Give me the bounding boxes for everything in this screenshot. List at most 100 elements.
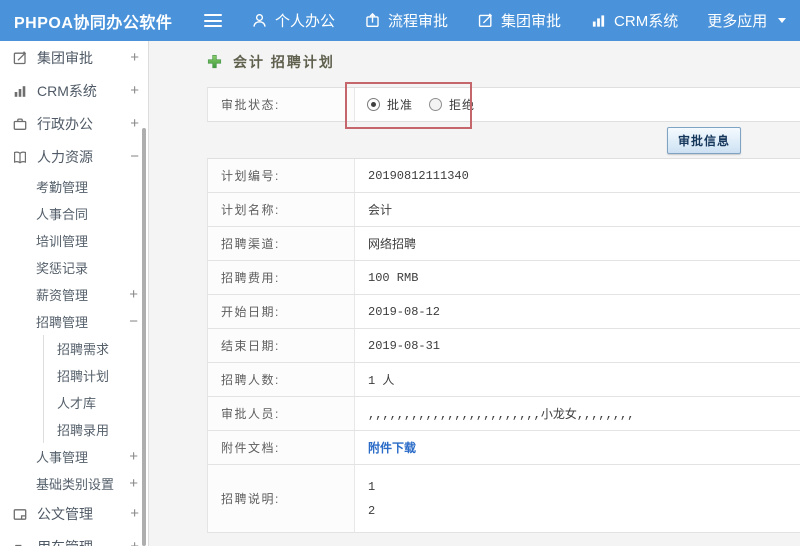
row-value-line: 1 [368,479,376,494]
sidebar-item-label: 公文管理 [37,505,93,522]
nav-item-label: CRM系统 [614,13,679,30]
sidebar-item[interactable]: 薪资管理 + [0,281,148,308]
row-value: 20190812111340 [355,159,800,192]
nav-item-0[interactable]: 个人办公 [251,10,335,31]
sidebar-item-label: 奖惩记录 [36,261,89,276]
row-label: 计划编号: [208,159,355,192]
sidebar-item-label: 招聘录用 [57,423,110,438]
briefcase-icon [12,116,28,132]
table-row: 计划名称: 会计 [208,193,800,227]
app-logo: PHPOA协同办公软件 [14,14,173,32]
doc-card-icon [12,506,28,522]
row-value: 2019-08-12 [355,295,800,328]
nav-item-1[interactable]: 流程审批 [364,10,448,31]
expand-plus-icon[interactable]: + [130,49,139,66]
row-label: 计划名称: [208,193,355,226]
collapse-minus-icon[interactable]: − [130,148,139,165]
radio-option-0[interactable]: 批准 [367,96,413,113]
sidebar-item[interactable]: 公文管理 + [0,497,148,530]
approval-status-row: 审批状态: 批准 拒绝 [207,87,800,122]
sidebar-item-label: 薪资管理 [36,288,89,303]
row-label: 招聘人数: [208,363,355,396]
sidebar-item-label: 用车管理 [37,537,130,546]
sidebar-item[interactable]: 行政办公 + [0,107,148,140]
row-label: 招聘渠道: [208,227,355,260]
row-value-text: 1 人 [368,374,395,388]
sidebar-item[interactable]: 招聘需求 [44,335,148,362]
row-value: 网络招聘 [355,227,800,260]
row-label: 招聘说明: [208,465,355,532]
sidebar-submenu: 招聘需求招聘计划人才库招聘录用 [43,335,148,443]
table-row: 审批人员: ,,,,,,,,,,,,,,,,,,,,,,,,小龙女,,,,,,,, [208,397,800,431]
expand-plus-icon[interactable]: + [129,475,138,492]
table-row: 招聘费用: 100 RMB [208,261,800,295]
sidebar-item[interactable]: 人事管理 + [0,443,148,470]
nav-item-3[interactable]: CRM系统 [590,10,678,31]
row-value-text: 100 RMB [368,270,419,285]
expand-plus-icon[interactable]: + [129,448,138,465]
row-label: 开始日期: [208,295,355,328]
sidebar-item[interactable]: 招聘计划 [44,362,148,389]
nav-item-label: 流程审批 [388,13,449,30]
sidebar-item[interactable]: CRM系统 + [0,74,148,107]
sidebar-item[interactable]: 人事合同 [0,200,148,227]
sidebar-item[interactable]: 培训管理 [0,227,148,254]
sidebar-item[interactable]: 招聘录用 [44,416,148,443]
expand-plus-icon[interactable]: + [130,505,139,522]
nav-item-label: 集团审批 [501,13,562,30]
expand-plus-icon[interactable]: + [130,538,139,546]
main-content: 会计 招聘计划 审批状态: 批准 拒绝 审批信息 计划编号: 20190812111… [149,41,800,546]
row-value: 12 [355,465,800,532]
bar-chart-icon [12,83,28,99]
sidebar-item-label: 基础类别设置 [36,477,115,492]
radio-option-1[interactable]: 拒绝 [429,96,475,113]
row-label: 结束日期: [208,329,355,362]
sidebar-item[interactable]: 集团审批 + [0,41,148,74]
sidebar-item-label: 招聘管理 [36,315,89,330]
row-label: 审批人员: [208,397,355,430]
sidebar-item[interactable]: 基础类别设置 + [0,470,148,497]
sidebar-item-label: 招聘计划 [57,369,110,384]
approval-status-options: 批准 拒绝 [355,88,800,121]
radio-selected-icon[interactable] [367,98,380,111]
expand-plus-icon[interactable]: + [130,82,139,99]
sidebar-item[interactable]: 考勤管理 [0,173,148,200]
table-row: 招聘渠道: 网络招聘 [208,227,800,261]
sidebar-scrollbar[interactable] [142,128,146,546]
sidebar-item[interactable]: 人力资源 − [0,140,148,173]
sidebar-item[interactable]: 用车管理+ [0,530,148,546]
attachment-download-link[interactable]: 附件下载 [368,439,416,456]
row-label: 招聘费用: [208,261,355,294]
hamburger-menu-icon[interactable] [204,14,222,27]
sidebar-item-label: 人力资源 [37,148,93,165]
table-row: 计划编号: 20190812111340 [208,159,800,193]
row-value-text: 2019-08-12 [368,304,441,319]
page-title-row: 会计 招聘计划 [207,53,800,70]
process-icon [364,12,381,29]
sidebar-item[interactable]: 招聘管理 − [0,308,148,335]
table-row: 附件文档: 附件下载 [208,431,800,465]
sidebar-submenu: 考勤管理人事合同培训管理奖惩记录薪资管理 + 招聘管理 − 招聘需求招聘计划人才库招聘录… [0,173,148,497]
sidebar-item-label: 人才库 [57,396,97,411]
sidebar-item[interactable]: 奖惩记录 [0,254,148,281]
sidebar-item-label: 集团审批 [37,49,93,66]
page-title: 会计 招聘计划 [233,53,335,70]
sidebar-menu: 集团审批 + CRM系统 + 行政办公 + 人力资源 − 考勤管理 人事合同 培训管理 奖惩记录 薪资管… [0,41,148,546]
approve-info-button[interactable]: 审批信息 [666,126,741,154]
table-row: 结束日期: 2019-08-31 [208,329,800,363]
expand-plus-icon[interactable]: + [130,115,139,132]
bar-chart-icon [590,12,607,29]
nav-item-2[interactable]: 集团审批 [477,10,561,31]
expand-plus-icon[interactable]: + [129,286,138,303]
button-band: 审批信息 [207,122,800,158]
navbar-menu: 个人办公 流程审批 集团审批 CRM系统 更多应用 [222,10,787,31]
radio-unselected-icon[interactable] [429,98,443,111]
car-icon [12,539,28,546]
collapse-minus-icon[interactable]: − [129,313,138,330]
nav-item-4[interactable]: 更多应用 [707,10,787,31]
sidebar-item[interactable]: 人才库 [44,389,148,416]
sidebar-item-label: 人事合同 [36,207,89,222]
table-row: 开始日期: 2019-08-12 [208,295,800,329]
row-value: 会计 [355,193,800,226]
user-icon [251,12,268,29]
